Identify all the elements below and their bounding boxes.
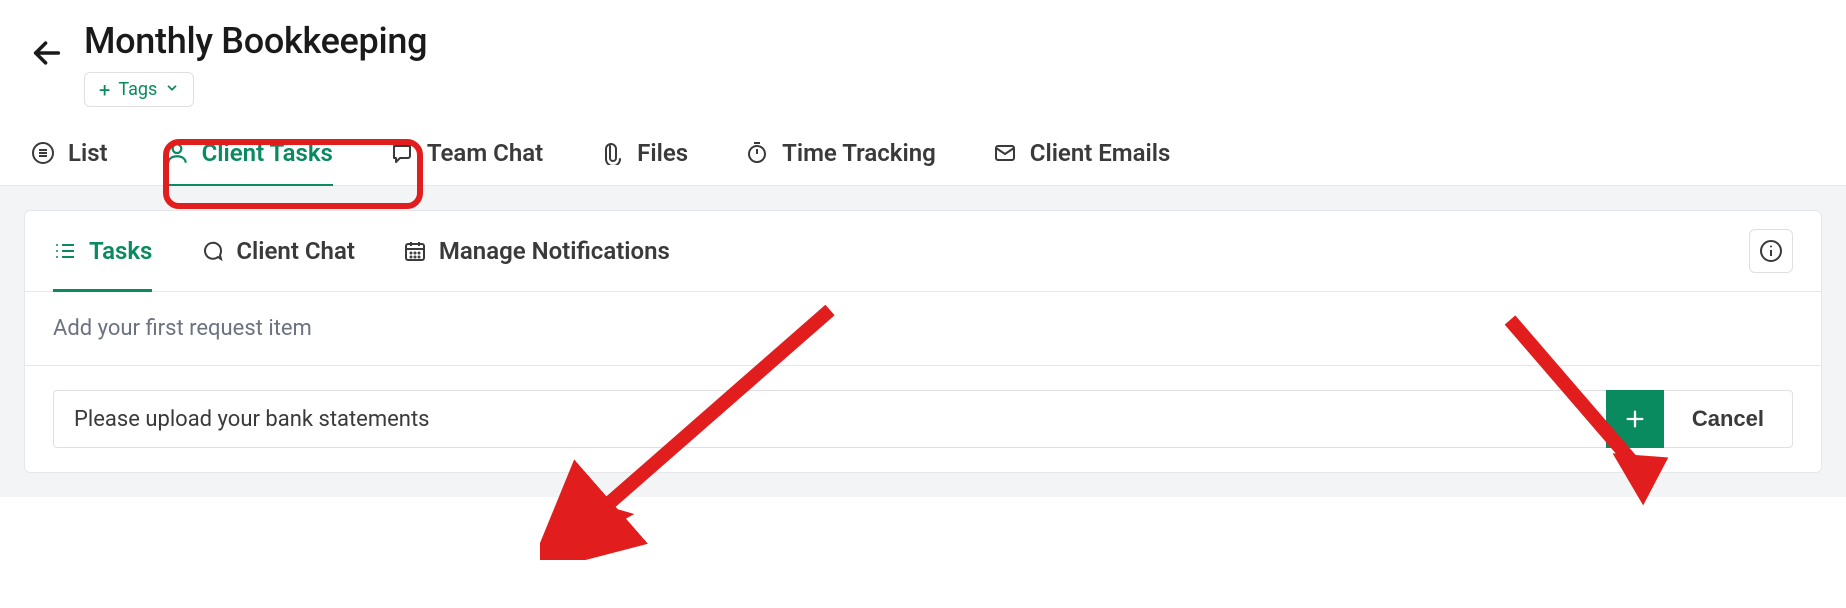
sub-tab-tasks-label: Tasks <box>89 237 152 265</box>
plus-icon: + <box>99 80 110 100</box>
chat-icon <box>389 140 415 166</box>
list-icon <box>30 140 56 166</box>
tab-list[interactable]: List <box>30 139 108 185</box>
tab-client-emails-label: Client Emails <box>1030 139 1171 167</box>
sub-tab-manage-notifications-label: Manage Notifications <box>439 237 670 265</box>
tab-client-tasks-label: Client Tasks <box>202 139 333 167</box>
tab-time-tracking[interactable]: Time Tracking <box>744 139 936 185</box>
panel: Tasks Client Chat <box>24 210 1822 473</box>
back-arrow[interactable] <box>30 36 64 75</box>
plus-icon <box>1624 408 1646 430</box>
person-icon <box>164 140 190 166</box>
tab-client-tasks[interactable]: Client Tasks <box>164 139 333 185</box>
sub-tab-manage-notifications[interactable]: Manage Notifications <box>403 211 670 291</box>
checklist-icon <box>53 239 77 263</box>
mail-icon <box>992 140 1018 166</box>
title-block: Monthly Bookkeeping + Tags <box>84 20 427 107</box>
add-button[interactable] <box>1606 390 1664 448</box>
attachment-icon <box>599 140 625 166</box>
main-tabs: List Client Tasks Team Chat Files <box>0 107 1846 186</box>
info-button[interactable] <box>1749 229 1793 273</box>
request-header: Add your first request item <box>25 292 1821 366</box>
sub-tab-client-chat-label: Client Chat <box>236 237 355 265</box>
tab-team-chat[interactable]: Team Chat <box>389 139 543 185</box>
tab-time-tracking-label: Time Tracking <box>782 139 936 167</box>
sub-tab-client-chat[interactable]: Client Chat <box>200 211 355 291</box>
sub-tab-tasks[interactable]: Tasks <box>53 211 152 291</box>
info-icon <box>1759 239 1783 263</box>
page-title: Monthly Bookkeeping <box>84 20 427 62</box>
tags-label: Tags <box>118 79 157 100</box>
sub-tabs: Tasks Client Chat <box>53 211 670 291</box>
cancel-button[interactable]: Cancel <box>1664 390 1793 448</box>
content-area: Tasks Client Chat <box>0 186 1846 497</box>
tab-files[interactable]: Files <box>599 139 688 185</box>
sub-tabs-row: Tasks Client Chat <box>25 211 1821 292</box>
timer-icon <box>744 140 770 166</box>
request-input[interactable] <box>53 390 1606 448</box>
chevron-down-icon <box>165 81 179 99</box>
request-input-row: Cancel <box>25 366 1821 472</box>
calendar-icon <box>403 239 427 263</box>
tags-button[interactable]: + Tags <box>84 72 194 107</box>
active-tab-underline <box>164 184 333 186</box>
tab-list-label: List <box>68 139 108 167</box>
page-header: Monthly Bookkeeping + Tags <box>0 0 1846 107</box>
tab-client-emails[interactable]: Client Emails <box>992 139 1171 185</box>
sub-tab-underline <box>53 289 152 292</box>
tab-files-label: Files <box>637 139 688 167</box>
chat-bubble-icon <box>200 239 224 263</box>
tab-team-chat-label: Team Chat <box>427 139 543 167</box>
